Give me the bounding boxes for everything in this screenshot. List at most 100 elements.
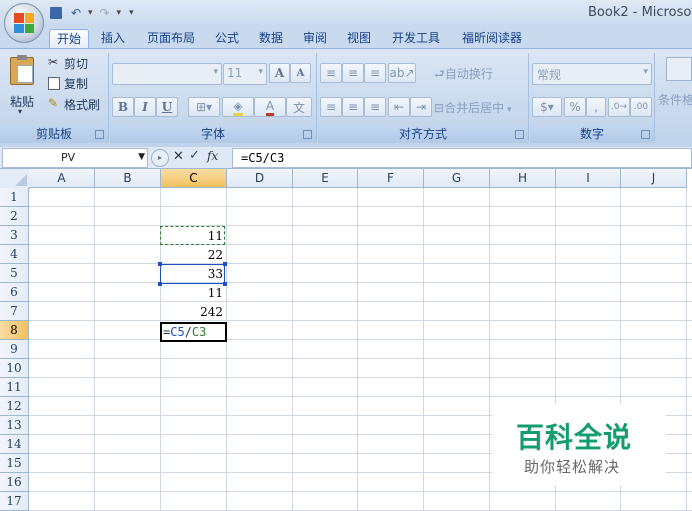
row-header-10[interactable]: 10 [0, 359, 29, 378]
row-header-2[interactable]: 2 [0, 207, 29, 226]
border-button[interactable]: ⊞▾ [188, 97, 220, 117]
undo-button[interactable]: ↶ [68, 5, 84, 21]
italic-button[interactable]: I [134, 97, 156, 117]
row-header-7[interactable]: 7 [0, 302, 29, 321]
column-header-D[interactable]: D [227, 169, 293, 188]
paste-button[interactable]: 粘贴 ▾ [6, 53, 40, 119]
cell-C4[interactable]: 22 [161, 246, 223, 264]
align-middle-button[interactable]: ≡ [342, 63, 364, 83]
grow-font-button[interactable]: A [269, 63, 290, 83]
chevron-down-icon[interactable]: ▼ [138, 152, 145, 162]
row-header-12[interactable]: 12 [0, 397, 29, 416]
shrink-font-button[interactable]: A [290, 63, 311, 83]
accounting-format-button[interactable]: $▾ [532, 97, 562, 117]
expand-icon[interactable]: ▸ [151, 149, 169, 167]
undo-dropdown-icon[interactable]: ▾ [88, 8, 93, 18]
column-header-A[interactable]: A [29, 169, 95, 188]
increase-decimal-button[interactable]: .0→ [608, 97, 630, 117]
tab-foxit-reader[interactable]: 福昕阅读器 [455, 29, 529, 48]
column-header-F[interactable]: F [358, 169, 424, 188]
column-header-C[interactable]: C [161, 169, 227, 188]
merge-center-button[interactable]: ⊟合并后居中 ▾ [434, 99, 511, 116]
bold-button[interactable]: B [112, 97, 134, 117]
row-header-3[interactable]: 3 [0, 226, 29, 245]
watermark-subtitle: 助你轻松解决 [524, 458, 621, 476]
underline-button[interactable]: U [156, 97, 178, 117]
tab-data[interactable]: 数据 [253, 29, 289, 48]
row-header-17[interactable]: 17 [0, 492, 29, 511]
number-format-select[interactable]: 常规 ▾ [532, 63, 652, 85]
resize-handle[interactable] [223, 262, 227, 266]
quick-access-toolbar: ↶ ▾ ↷ ▾ ▾ [48, 4, 134, 22]
cell-C6[interactable]: 11 [161, 284, 223, 302]
row-header-5[interactable]: 5 [0, 264, 29, 283]
clipboard-launcher-icon[interactable] [95, 130, 104, 139]
wrap-text-button[interactable]: ⮐自动换行 [434, 65, 493, 86]
redo-dropdown-icon[interactable]: ▾ [117, 8, 122, 18]
number-launcher-icon[interactable] [641, 130, 650, 139]
resize-handle[interactable] [158, 262, 162, 266]
row-header-9[interactable]: 9 [0, 340, 29, 359]
column-header-G[interactable]: G [424, 169, 490, 188]
cell-C7[interactable]: 242 [161, 303, 223, 321]
percent-button[interactable]: % [564, 97, 586, 117]
tab-review[interactable]: 审阅 [297, 29, 333, 48]
alignment-launcher-icon[interactable] [515, 130, 524, 139]
grid-line [226, 188, 227, 511]
align-left-button[interactable]: ≡ [320, 97, 342, 117]
tab-insert[interactable]: 插入 [94, 29, 132, 48]
name-box[interactable]: PV ▼ [2, 148, 148, 168]
insert-function-button[interactable]: fx [207, 149, 218, 163]
row-header-14[interactable]: 14 [0, 435, 29, 454]
align-bottom-button[interactable]: ≡ [364, 63, 386, 83]
decrease-decimal-button[interactable]: .00 [630, 97, 652, 117]
font-name-select[interactable]: ▾ [112, 63, 222, 85]
font-launcher-icon[interactable] [303, 130, 312, 139]
row-header-13[interactable]: 13 [0, 416, 29, 435]
customize-qat-icon[interactable]: ▾ [129, 8, 134, 18]
conditional-format-button[interactable]: 条件格 [658, 91, 692, 108]
column-header-I[interactable]: I [556, 169, 621, 188]
row-header-8[interactable]: 8 [0, 321, 29, 340]
decrease-indent-icon: ⇤ [393, 100, 405, 114]
tab-formulas[interactable]: 公式 [209, 29, 245, 48]
office-button[interactable] [4, 3, 44, 43]
tab-developer[interactable]: 开发工具 [385, 29, 447, 48]
font-color-button[interactable]: A [254, 97, 286, 117]
formula-input[interactable]: =C5/C3 [232, 148, 692, 168]
cell-C8-editor[interactable]: =C5/C3 [160, 322, 227, 342]
tab-view[interactable]: 视图 [341, 29, 377, 48]
orientation-button[interactable]: ab↗ [388, 63, 416, 83]
phonetic-button[interactable]: 文 [286, 97, 312, 117]
redo-button[interactable]: ↷ [97, 5, 113, 21]
watermark: 百科全说 助你轻松解决 [492, 404, 666, 486]
row-header-1[interactable]: 1 [0, 188, 29, 207]
increase-indent-button[interactable]: ⇥ [410, 97, 432, 117]
column-header-B[interactable]: B [95, 169, 161, 188]
alignment-group: ≡ ≡ ≡ ab↗ ⮐自动换行 ≡ ≡ ≡ ⇤ ⇥ ⊟合并后居中 ▾ 对齐方式 [318, 51, 528, 143]
column-header-H[interactable]: H [490, 169, 556, 188]
select-all-button[interactable] [0, 169, 30, 189]
align-top-button[interactable]: ≡ [320, 63, 342, 83]
row-header-15[interactable]: 15 [0, 454, 29, 473]
align-center-button[interactable]: ≡ [342, 97, 364, 117]
tab-home[interactable]: 开始 [49, 29, 89, 49]
tab-page-layout[interactable]: 页面布局 [141, 29, 201, 48]
enter-icon[interactable]: ✓ [189, 148, 200, 163]
row-header-6[interactable]: 6 [0, 283, 29, 302]
font-size-select[interactable]: 11 ▾ [223, 63, 267, 85]
decrease-indent-button[interactable]: ⇤ [388, 97, 410, 117]
copy-label: 复制 [64, 77, 89, 91]
column-header-E[interactable]: E [293, 169, 358, 188]
column-header-J[interactable]: J [621, 169, 687, 188]
row-header-11[interactable]: 11 [0, 378, 29, 397]
align-right-button[interactable]: ≡ [364, 97, 386, 117]
resize-handle[interactable] [158, 282, 162, 286]
cancel-icon[interactable]: ✕ [173, 149, 184, 164]
fill-color-button[interactable]: ◈ [222, 97, 254, 117]
row-header-4[interactable]: 4 [0, 245, 29, 264]
resize-handle[interactable] [223, 282, 227, 286]
row-header-16[interactable]: 16 [0, 473, 29, 492]
comma-button[interactable]: , [586, 97, 606, 117]
save-button[interactable] [48, 5, 64, 21]
